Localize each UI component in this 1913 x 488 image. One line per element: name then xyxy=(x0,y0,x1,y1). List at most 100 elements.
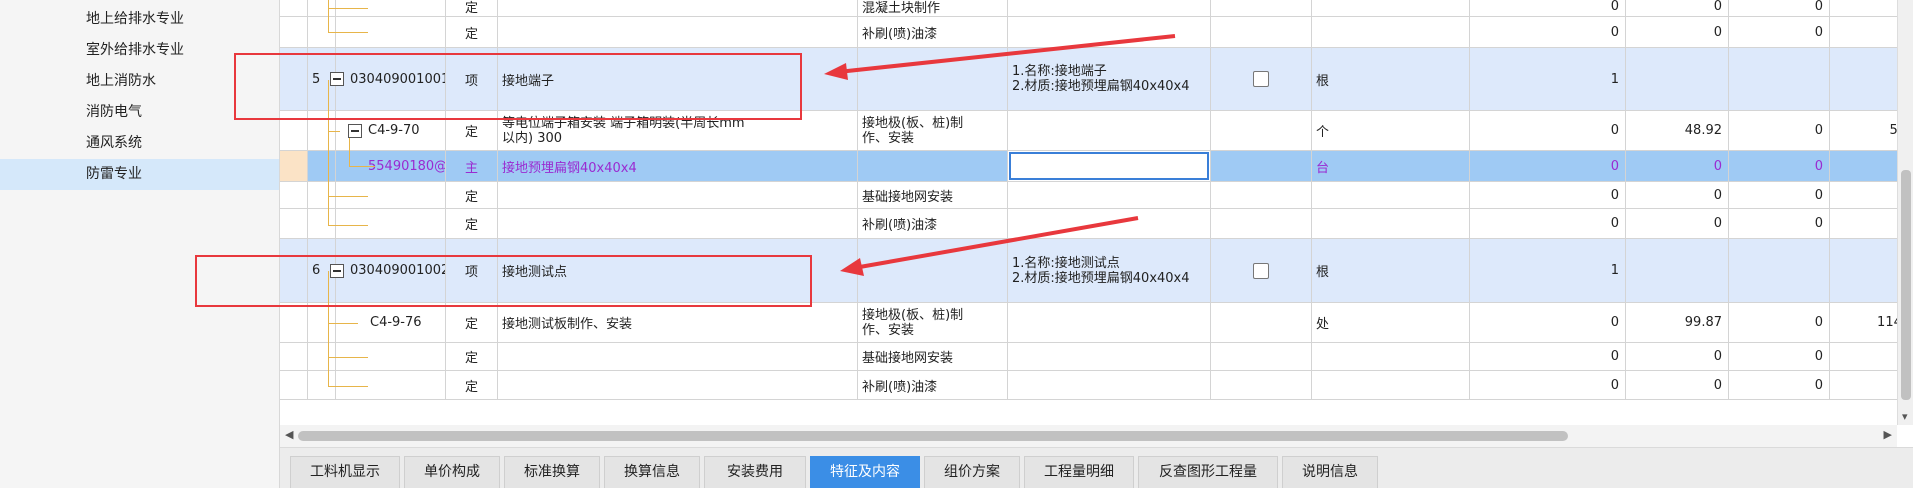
table-row[interactable]: 定 补刷(喷)油漆 0 0 0 xyxy=(280,17,1913,48)
table-row[interactable]: C4-9-76 定 接地测试板制作、安装 接地极(板、桩)制 作、安装 处 0 … xyxy=(280,303,1913,343)
item-code-cell: C4-9-70 xyxy=(336,111,446,150)
table-row-selected[interactable]: 55490180@1 主 接地预埋扁钢40x40x4 台 0 0 0 xyxy=(280,151,1913,182)
item-code: C4-9-70 xyxy=(368,123,420,138)
price-value: 0 xyxy=(1626,182,1729,208)
value-cell: 0 xyxy=(1729,371,1830,399)
row-type: 主 xyxy=(446,151,498,181)
output-checkbox[interactable] xyxy=(1253,262,1269,279)
horizontal-scrollbar[interactable]: ◀ ▶ xyxy=(280,425,1897,447)
budget-grid: 定 混凝土块制作 0 0 0 定 补刷(喷)油漆 0 0 0 5 0304090… xyxy=(280,0,1913,425)
unit-value: 根 xyxy=(1312,48,1470,110)
tab-material-machine[interactable]: 工料机显示 xyxy=(290,456,400,488)
work-content: 补刷(喷)油漆 xyxy=(858,371,1008,399)
tab-pricing-scheme[interactable]: 组价方案 xyxy=(924,456,1020,488)
quantity-value: 0 xyxy=(1470,343,1626,370)
row-type: 定 xyxy=(446,0,498,16)
collapse-icon[interactable] xyxy=(330,72,344,86)
item-name: 接地预埋扁钢40x40x4 xyxy=(498,151,858,181)
unit-value: 台 xyxy=(1312,151,1470,181)
row-type: 定 xyxy=(446,303,498,342)
quantity-value: 0 xyxy=(1470,182,1626,208)
tab-standard-conversion[interactable]: 标准换算 xyxy=(504,456,600,488)
table-row[interactable]: 定 补刷(喷)油漆 0 0 0 xyxy=(280,209,1913,239)
item-features: 1.名称:接地端子 2.材质:接地预埋扁钢40x40x4 xyxy=(1008,48,1211,110)
work-content: 接地极(板、桩)制 作、安装 xyxy=(858,111,1008,150)
tree-connector xyxy=(328,0,329,8)
price-value: 0 xyxy=(1626,371,1729,399)
sidebar-item-outdoor-drainage[interactable]: 室外给排水专业 xyxy=(0,35,279,66)
tree-connector xyxy=(328,271,329,386)
row-type: 定 xyxy=(446,371,498,399)
tree-connector xyxy=(328,225,368,226)
table-row[interactable]: 定 基础接地网安装 0 0 0 xyxy=(280,343,1913,371)
work-content: 补刷(喷)油漆 xyxy=(858,209,1008,238)
price-value: 99.87 xyxy=(1626,303,1729,342)
sidebar-item-ventilation[interactable]: 通风系统 xyxy=(0,128,279,159)
sidebar-item-fire-electrical[interactable]: 消防电气 xyxy=(0,97,279,128)
item-name: 接地测试板制作、安装 xyxy=(498,303,858,342)
tree-connector xyxy=(349,138,350,166)
item-name: 接地端子 xyxy=(498,48,858,110)
value-cell: 0 xyxy=(1729,182,1830,208)
tree-connector xyxy=(328,131,340,132)
quantity-value: 0 xyxy=(1470,0,1626,16)
row-type: 定 xyxy=(446,111,498,150)
table-row-item[interactable]: 6 030409001002 项 接地测试点 1.名称:接地测试点 2.材质:接… xyxy=(280,239,1913,303)
output-checkbox[interactable] xyxy=(1253,71,1269,87)
tab-installation-cost[interactable]: 安装费用 xyxy=(704,456,806,488)
collapse-icon[interactable] xyxy=(348,123,362,138)
horizontal-scroll-thumb[interactable] xyxy=(298,431,1568,441)
quantity-value: 0 xyxy=(1470,17,1626,47)
value-cell: 0 xyxy=(1729,209,1830,238)
tree-connector xyxy=(328,357,368,358)
vertical-scrollbar[interactable]: ▾ xyxy=(1897,0,1913,425)
vertical-scroll-thumb[interactable] xyxy=(1901,170,1911,400)
tab-quantity-detail[interactable]: 工程量明细 xyxy=(1024,456,1134,488)
table-row[interactable]: 定 基础接地网安装 0 0 0 xyxy=(280,182,1913,209)
row-type: 项 xyxy=(446,239,498,302)
table-row[interactable]: 定 混凝土块制作 0 0 0 xyxy=(280,0,1913,17)
sidebar-item-fire-water[interactable]: 地上消防水 xyxy=(0,66,279,97)
table-row[interactable]: C4-9-70 定 等电位端子箱安装 端子箱明装(半周长mm 以内) 300 接… xyxy=(280,111,1913,151)
unit-value: 根 xyxy=(1312,239,1470,302)
item-features: 1.名称:接地测试点 2.材质:接地预埋扁钢40x40x4 xyxy=(1008,239,1211,302)
price-value: 0 xyxy=(1626,209,1729,238)
scroll-right-arrow-icon[interactable]: ▶ xyxy=(1884,428,1892,441)
item-code-cell: 030409001002 xyxy=(326,239,446,302)
row-type: 定 xyxy=(446,17,498,47)
scroll-left-arrow-icon[interactable]: ◀ xyxy=(285,428,293,441)
tab-conversion-info[interactable]: 换算信息 xyxy=(604,456,700,488)
tab-reverse-check-graphic-quantity[interactable]: 反查图形工程量 xyxy=(1138,456,1278,488)
collapse-icon[interactable] xyxy=(330,263,344,278)
item-code: 030409001001 xyxy=(350,71,446,87)
value-cell: 0 xyxy=(1729,0,1830,16)
work-content: 基础接地网安装 xyxy=(858,343,1008,370)
feature-line: 1.名称:接地测试点 xyxy=(1012,255,1120,271)
quantity-value: 0 xyxy=(1470,209,1626,238)
table-row-item[interactable]: 5 030409001001 项 接地端子 1.名称:接地端子 2.材质:接地预… xyxy=(280,48,1913,111)
sidebar-item-above-ground-drainage[interactable]: 地上给排水专业 xyxy=(0,4,279,35)
tree-connector xyxy=(328,80,329,226)
item-name: 等电位端子箱安装 端子箱明装(半周长mm 以内) 300 xyxy=(498,111,858,150)
table-row[interactable]: 定 补刷(喷)油漆 0 0 0 xyxy=(280,371,1913,400)
tree-connector xyxy=(328,386,368,387)
tab-features-content[interactable]: 特征及内容 xyxy=(810,456,920,488)
price-value: 0 xyxy=(1626,343,1729,370)
price-value: 0 xyxy=(1626,0,1729,16)
tree-connector xyxy=(328,8,329,32)
tree-connector xyxy=(328,323,358,324)
price-value: 48.92 xyxy=(1626,111,1729,150)
tab-unit-price[interactable]: 单价构成 xyxy=(404,456,500,488)
sidebar: 地上给排水专业 室外给排水专业 地上消防水 消防电气 通风系统 防雷专业 xyxy=(0,0,280,488)
value-cell: 0 xyxy=(1729,17,1830,47)
sidebar-item-lightning-protection[interactable]: 防雷专业 xyxy=(0,159,279,190)
item-code: 030409001002 xyxy=(350,263,446,278)
tab-description-info[interactable]: 说明信息 xyxy=(1282,456,1378,488)
item-code-cell: 030409001001 xyxy=(326,48,446,110)
feature-line: 1.名称:接地端子 xyxy=(1012,64,1107,79)
scroll-down-arrow-icon[interactable]: ▾ xyxy=(1902,410,1908,423)
value-cell: 0 xyxy=(1729,343,1830,370)
detail-tab-bar: 工料机显示 单价构成 标准换算 换算信息 安装费用 特征及内容 组价方案 工程量… xyxy=(280,447,1913,488)
feature-edit-input[interactable] xyxy=(1009,152,1209,180)
row-type: 项 xyxy=(446,48,498,110)
